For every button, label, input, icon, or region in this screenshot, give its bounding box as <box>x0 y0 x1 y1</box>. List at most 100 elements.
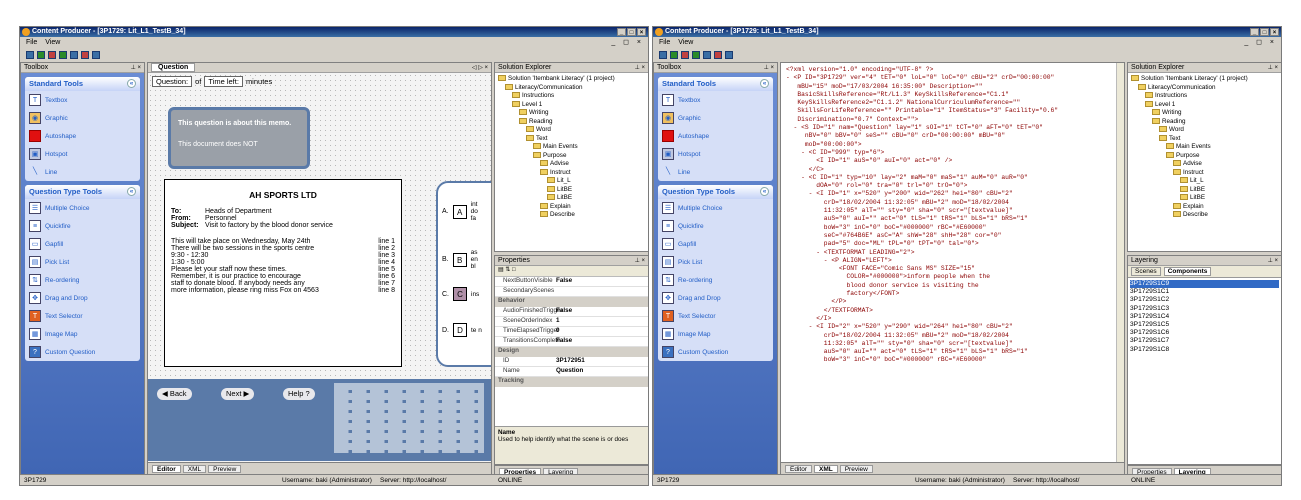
tree-node[interactable]: Instructions <box>498 92 645 101</box>
align-top-icon[interactable] <box>59 51 67 59</box>
menu-file[interactable]: File <box>659 38 670 48</box>
tool-graphic[interactable]: ◉ Graphic <box>25 109 140 127</box>
scene-item[interactable]: 3P1729S1C9 <box>1130 280 1279 289</box>
tool-multiple-choice[interactable]: ☰ Multiple Choice <box>658 199 773 217</box>
tool-autoshape[interactable]: Autoshape <box>25 127 140 145</box>
tab-editor[interactable]: Editor <box>785 465 812 473</box>
scene-item[interactable]: 3P1729S1C6 <box>1130 329 1279 337</box>
tree-node[interactable]: Word <box>1131 126 1278 135</box>
tree-node[interactable]: Describe <box>1131 211 1278 220</box>
tool-quickfire[interactable]: ≡ Quickfire <box>25 217 140 235</box>
tree-node[interactable]: Main Events <box>1131 143 1278 152</box>
align-middle-icon[interactable] <box>703 51 711 59</box>
scene-item[interactable]: 3P1729S1C3 <box>1130 305 1279 313</box>
design-canvas[interactable]: Question: of Time left: minutes This que… <box>148 73 491 462</box>
property-category[interactable]: Design <box>495 347 648 357</box>
question-type-tools-header[interactable]: Question Type Tools « <box>25 185 140 199</box>
tree-node[interactable]: Purpose <box>1131 152 1278 161</box>
tree-node[interactable]: Level 1 <box>1131 101 1278 110</box>
tool-quickfire[interactable]: ≡ Quickfire <box>658 217 773 235</box>
standard-tools-header[interactable]: Standard Tools « <box>25 77 140 91</box>
tree-node[interactable]: LitBE <box>1131 194 1278 203</box>
scene-item[interactable]: 3P1729S1C5 <box>1130 321 1279 329</box>
tool-line[interactable]: ╲ Line <box>658 163 773 181</box>
tree-node[interactable]: Literacy/Communication <box>1131 84 1278 93</box>
property-category[interactable]: Tracking <box>495 377 648 387</box>
tool-line[interactable]: ╲ Line <box>25 163 140 181</box>
menu-file[interactable]: File <box>26 38 37 48</box>
tree-node[interactable]: Purpose <box>498 152 645 161</box>
tree-node[interactable]: LitBE <box>498 194 645 203</box>
align-middle-icon[interactable] <box>70 51 78 59</box>
categorized-icon[interactable]: ▤ <box>498 267 504 273</box>
tree-node[interactable]: Instructions <box>1131 92 1278 101</box>
tool-graphic[interactable]: ◉ Graphic <box>658 109 773 127</box>
minimize-button[interactable]: _ <box>1250 28 1259 36</box>
align-left-icon[interactable] <box>26 51 34 59</box>
tree-node[interactable]: Instruct <box>1131 169 1278 178</box>
close-button[interactable]: × <box>1270 28 1279 36</box>
tree-node[interactable]: Reading <box>1131 118 1278 127</box>
pin-icon[interactable]: ⊥ × <box>764 63 774 73</box>
tree-node[interactable]: Reading <box>498 118 645 127</box>
tree-node[interactable]: LitBE <box>498 186 645 195</box>
tree-node[interactable]: Writing <box>1131 109 1278 118</box>
close-button[interactable]: × <box>637 28 646 36</box>
property-row[interactable]: ID 3P172951 <box>495 357 648 367</box>
tree-node[interactable]: LitBE <box>1131 186 1278 195</box>
tree-node[interactable]: Text <box>1131 135 1278 144</box>
property-row[interactable]: SceneOrderIndex 1 <box>495 317 648 327</box>
align-right-icon[interactable] <box>681 51 689 59</box>
distribute-icon[interactable] <box>92 51 100 59</box>
tool-gapfill[interactable]: ▭ Gapfill <box>658 235 773 253</box>
mdi-controls[interactable]: _ ◻ × <box>611 38 644 46</box>
tool-text-selector[interactable]: T Text Selector <box>25 307 140 325</box>
tool-textbox[interactable]: T Textbox <box>25 91 140 109</box>
tool-multiple-choice[interactable]: ☰ Multiple Choice <box>25 199 140 217</box>
tool-gapfill[interactable]: ▭ Gapfill <box>25 235 140 253</box>
property-pages-icon[interactable]: □ <box>512 267 516 273</box>
maximize-button[interactable]: □ <box>627 28 636 36</box>
tab-question[interactable]: Question <box>151 63 196 72</box>
tab-components[interactable]: Components <box>1163 267 1212 276</box>
sort-icon[interactable]: ⇅ <box>505 267 510 273</box>
property-category[interactable]: Behavior <box>495 297 648 307</box>
tree-node[interactable]: Writing <box>498 109 645 118</box>
tree-node[interactable]: Level 1 <box>498 101 645 110</box>
tree-node[interactable]: Explain <box>1131 203 1278 212</box>
scene-item[interactable]: 3P1729S1C7 <box>1130 337 1279 345</box>
scene-item[interactable]: 3P1729S1C8 <box>1130 346 1279 354</box>
tree-node[interactable]: Lit_L <box>498 177 645 186</box>
tree-node[interactable]: Main Events <box>498 143 645 152</box>
tree-node[interactable]: Lit_L <box>1131 177 1278 186</box>
tool-pick-list[interactable]: ▤ Pick List <box>658 253 773 271</box>
align-bottom-icon[interactable] <box>81 51 89 59</box>
back-button[interactable]: ◀ Back <box>156 387 193 401</box>
xml-source-view[interactable]: <?xml version="1.0" encoding="UTF-8" ?> -… <box>781 63 1115 462</box>
property-row[interactable]: SecondaryScenes <box>495 287 648 297</box>
standard-tools-header[interactable]: Standard Tools « <box>658 77 773 91</box>
maximize-button[interactable]: □ <box>1260 28 1269 36</box>
tree-node[interactable]: Instruct <box>498 169 645 178</box>
tree-node[interactable]: Advise <box>1131 160 1278 169</box>
question-type-tools-header[interactable]: Question Type Tools « <box>658 185 773 199</box>
tool-image-map[interactable]: ▦ Image Map <box>658 325 773 343</box>
tool-autoshape[interactable]: Autoshape <box>658 127 773 145</box>
menu-view[interactable]: View <box>45 38 60 48</box>
tree-node[interactable]: Explain <box>498 203 645 212</box>
property-row[interactable]: Name Question <box>495 367 648 377</box>
option-b[interactable]: B. Bas en bl <box>442 249 485 270</box>
tree-node[interactable]: Advise <box>498 160 645 169</box>
align-top-icon[interactable] <box>692 51 700 59</box>
pin-icon[interactable]: ⊥ × <box>131 63 141 73</box>
tool-hotspot[interactable]: ▣ Hotspot <box>658 145 773 163</box>
tree-node[interactable]: Describe <box>498 211 645 220</box>
option-c[interactable]: C. Cins <box>442 287 485 301</box>
tool-image-map[interactable]: ▦ Image Map <box>25 325 140 343</box>
option-a[interactable]: A. Aint do fa <box>442 201 485 222</box>
align-right-icon[interactable] <box>48 51 56 59</box>
help-button[interactable]: Help ? <box>282 387 316 401</box>
option-d[interactable]: D. Dte n <box>442 323 485 337</box>
minimize-button[interactable]: _ <box>617 28 626 36</box>
align-center-icon[interactable] <box>670 51 678 59</box>
